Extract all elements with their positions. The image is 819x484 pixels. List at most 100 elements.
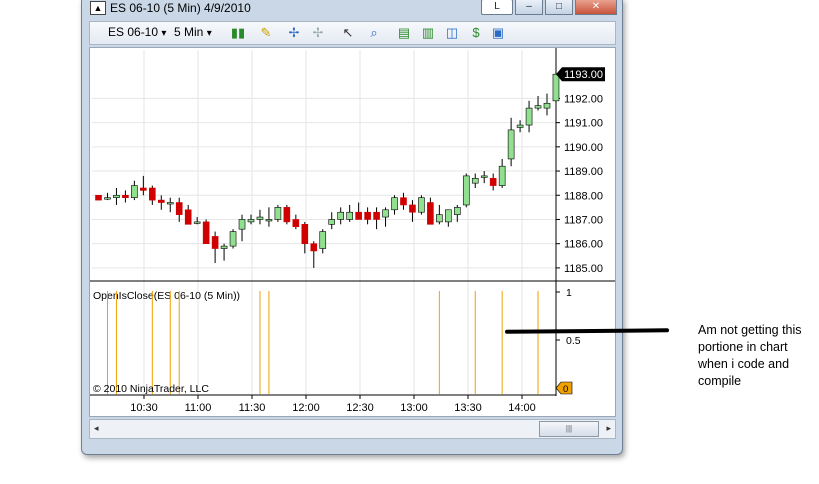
indicators-icon[interactable]: ▥ [420,25,436,41]
price-tick-label: 1187.00 [564,214,603,226]
annotation-note: Am not getting this portione in chart wh… [698,323,802,388]
candle-body [382,209,389,218]
price-chart: 1185.00 1186.00 1187.00 1188.00 1189.00 1190.… [90,48,615,414]
price-tick-label: 1186.00 [564,239,603,251]
draw-tool-icon[interactable]: ✢ [310,25,326,41]
candle-body [122,194,129,198]
candle-body [140,187,147,191]
window-title: ES 06-10 (5 Min) 4/9/2010 [110,1,251,15]
candle-body [409,204,416,213]
candle-body [265,219,273,222]
instrument-selector[interactable]: ES 06-10 ▾ [108,25,166,39]
close-button[interactable]: ✕ [575,0,617,15]
price-tick-label: 1190.00 [564,142,603,154]
candle-body [328,219,336,225]
chart-app-icon: ▲ [90,1,106,15]
price-tick-label: 1188.00 [564,190,603,202]
candle-body [113,194,120,198]
candle-body [229,231,237,247]
candle-body [462,175,470,206]
candle-body [310,243,318,252]
candle-body [211,236,219,249]
candle-body [337,211,344,220]
title-bar[interactable]: ▲ ES 06-10 (5 Min) 4/9/2010 L – □ ✕ [82,0,622,19]
horizontal-scrollbar[interactable]: ◂ ||| ▸ [89,419,616,439]
time-tick-label: 11:30 [239,402,266,414]
minimize-button[interactable]: – [515,0,543,15]
interval-label: 5 Min [174,25,204,39]
chevron-down-icon: ▾ [161,28,167,39]
price-tick-label: 1192.00 [564,93,603,105]
chevron-down-icon: ▾ [206,28,212,39]
candle-body [149,187,156,201]
candle-body [283,207,291,223]
candle-body [157,199,165,203]
time-tick-label: 14:00 [508,402,536,414]
candle-body [301,224,309,244]
interval-selector[interactable]: 5 Min ▾ [174,25,212,39]
candle-body [193,221,201,224]
candle-body [346,211,353,220]
candle-body [184,209,192,225]
candle-body [364,211,371,220]
strategies-icon[interactable]: ◫ [444,25,460,41]
candle-body [247,219,255,223]
candle-body [534,105,542,109]
indicator-tick-label: 1 [566,287,572,299]
time-tick-label: 13:00 [400,402,428,414]
chart-toolbar: ES 06-10 ▾ 5 Min ▾ ▮▮ ✎ ✢ ✢ ↖ ⌕ ▤ ▥ ◫ $ … [89,21,616,45]
help-button[interactable]: L [481,0,513,15]
candle-body [453,207,461,215]
candle-body [498,165,506,186]
scroll-thumb[interactable]: ||| [539,421,599,437]
candle-body [274,207,282,220]
annotation-arrow-line [504,328,670,334]
candle-body [400,197,407,206]
candle-body [436,214,443,223]
candle-body [104,197,111,200]
scroll-right-icon[interactable]: ▸ [606,423,611,434]
scroll-left-icon[interactable]: ◂ [94,423,99,434]
instrument-label: ES 06-10 [108,25,159,39]
time-tick-label: 12:30 [346,402,374,414]
candle-body [238,219,246,230]
time-tick-label: 11:00 [185,402,212,414]
time-tick-label: 12:00 [292,402,320,414]
candle-body [525,107,533,126]
properties-icon[interactable]: ▣ [490,25,506,41]
candle-body [175,202,183,215]
window-controls: L – □ ✕ [479,0,617,15]
pointer-icon[interactable]: ↖ [340,25,356,41]
chart-window: ▲ ES 06-10 (5 Min) 4/9/2010 L – □ ✕ ES 0… [81,0,623,455]
price-tick-label: 1189.00 [564,166,603,178]
data-series-icon[interactable]: ▤ [396,25,412,41]
candle-body [543,102,551,109]
price-tick-label: 1185.00 [564,263,603,275]
zoom-icon[interactable]: ⌕ [366,25,382,41]
candle-body [319,231,327,249]
candle-body [95,194,102,201]
crosshair-icon[interactable]: ✢ [286,25,302,41]
candle-body [418,197,425,213]
pencil-icon[interactable]: ✎ [258,25,274,41]
candle-body [292,219,300,228]
candle-body [373,211,380,220]
candle-body [552,73,560,102]
indicator-tick-label: 0.5 [566,335,581,347]
candle-body [355,211,362,220]
indicator-label: OpenIsClose(ES 06-10 (5 Min)) [93,290,240,302]
last-price-label: 1193.00 [564,69,603,81]
candle-body [489,178,497,186]
candle-body [507,129,515,160]
dollar-icon[interactable]: $ [468,25,484,41]
time-tick-label: 13:30 [454,402,482,414]
time-tick-label: 10:30 [130,402,158,414]
candle-body [166,202,174,205]
chart-area[interactable]: 1185.00 1186.00 1187.00 1188.00 1189.00 1190.… [89,47,616,417]
maximize-button[interactable]: □ [545,0,573,15]
candle-body [131,185,138,198]
chart-style-icon[interactable]: ▮▮ [230,25,246,41]
candle-body [220,245,228,249]
candle-body [480,175,488,178]
candle-body [445,209,452,223]
